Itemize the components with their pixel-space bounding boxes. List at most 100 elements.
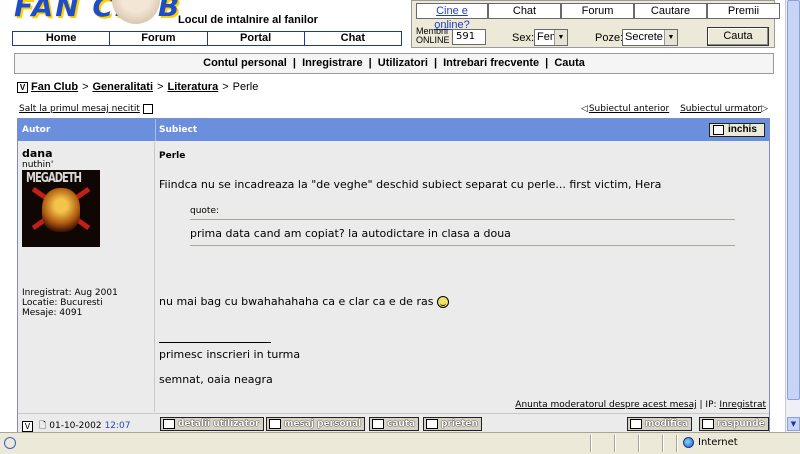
- jump-first-unread[interactable]: Salt la primul mesaj necitit: [19, 104, 153, 114]
- online-panel: Cine e online? Chat Forum Cautare Premii…: [411, 0, 780, 48]
- search-button[interactable]: Cauta: [707, 27, 769, 46]
- members-label-2: ONLINE: [416, 35, 450, 45]
- status-divider: [676, 435, 678, 452]
- topic-closed-button[interactable]: inchis: [709, 123, 765, 137]
- user-details-button[interactable]: detalii utilizator: [160, 417, 264, 431]
- zone-label: Internet: [698, 437, 738, 448]
- status-divider: [614, 435, 616, 452]
- nav-chat[interactable]: Chat: [305, 32, 401, 45]
- report-moderator-link[interactable]: Anunta moderatorul despre acest mesaj: [515, 400, 696, 410]
- security-zone: Internet: [683, 437, 738, 448]
- browser-page-icon: [4, 437, 16, 449]
- separator: |: [292, 57, 296, 69]
- smiley-icon: [437, 295, 450, 308]
- arrow-icon: [142, 104, 153, 114]
- status-divider: [662, 435, 664, 452]
- quote-block: prima data cand am copiat? la autodictar…: [190, 219, 735, 246]
- button-label: prieten: [441, 419, 478, 429]
- signature-line: primesc inscrieri in turma: [159, 348, 301, 361]
- status-divider: [638, 435, 640, 452]
- link-account[interactable]: Contul personal: [203, 57, 287, 69]
- signature-line: semnat, oaia neagra: [159, 373, 273, 386]
- breadcrumb-generalitati[interactable]: Generalitati: [93, 81, 154, 93]
- tab-forum[interactable]: Forum: [561, 3, 634, 19]
- triangle-right-icon: ▷: [761, 104, 768, 114]
- ip-link[interactable]: Inregistrat: [719, 400, 766, 410]
- reply-button[interactable]: raspunde: [699, 417, 769, 431]
- breadcrumb-separator: >: [157, 81, 164, 93]
- link-users[interactable]: Utilizatori: [378, 57, 428, 69]
- private-message-button[interactable]: mesaj personal: [266, 417, 366, 431]
- button-label: cauta: [387, 419, 416, 429]
- author-stats: Inregistrat: Aug 2001 Locatie: Bucuresti…: [22, 288, 118, 318]
- chevron-down-icon: ▼: [554, 30, 567, 45]
- report-row: Anunta moderatorul despre acest mesaj | …: [515, 400, 766, 410]
- topic-closed-label: inchis: [728, 124, 757, 135]
- jump-first-unread-label: Salt la primul mesaj necitit: [19, 104, 140, 114]
- lock-icon: [713, 125, 724, 135]
- vertical-scrollbar[interactable]: ▼: [785, 0, 800, 432]
- friend-icon: [426, 419, 438, 429]
- tab-chat[interactable]: Chat: [488, 3, 561, 19]
- avatar: MEGADETH: [22, 170, 100, 247]
- tab-who-online[interactable]: Cine e online?: [416, 3, 488, 31]
- browser-status-bar: Internet: [0, 432, 800, 454]
- button-label: detalii utilizator: [178, 419, 260, 429]
- post-table-header: Autor Subiect inchis: [18, 119, 769, 141]
- breadcrumb: V Fan Club > Generalitati > Literatura >…: [17, 81, 258, 93]
- breadcrumb-literatura[interactable]: Literatura: [167, 81, 218, 93]
- col-subject: Subiect: [159, 125, 198, 135]
- tab-prizes[interactable]: Premii: [707, 3, 780, 19]
- breadcrumb-separator: >: [222, 81, 229, 93]
- scroll-down-arrow-icon[interactable]: ▼: [787, 417, 800, 431]
- sex-select[interactable]: Fem ▼: [534, 29, 568, 46]
- link-search[interactable]: Cauta: [554, 57, 585, 69]
- post-body: Perle Fiindca nu se incadreaza la "de ve…: [156, 142, 769, 412]
- author-location: Locatie: Bucuresti: [22, 298, 103, 308]
- forum-icon: V: [17, 81, 28, 93]
- account-link-bar: Contul personal | Inregistrare | Utiliza…: [14, 53, 774, 74]
- avatar-logo-text: MEGADETH: [26, 171, 82, 186]
- main-nav: Home Forum Portal Chat: [12, 31, 402, 46]
- edit-icon: [630, 419, 642, 429]
- edit-button[interactable]: modifica: [627, 417, 693, 431]
- nav-home[interactable]: Home: [13, 32, 111, 45]
- author-registered: Inregistrat: Aug 2001: [22, 288, 118, 298]
- next-topic-link[interactable]: Subiectul urmator: [680, 104, 761, 114]
- post-paragraph: nu mai bag cu bwahahahaha ca e clar ca e…: [159, 295, 450, 308]
- sex-label: Sex:: [512, 32, 535, 44]
- author-name: dana: [22, 147, 53, 160]
- pose-label: Poze:: [595, 32, 624, 44]
- post-icon: V: [22, 420, 33, 432]
- skull-icon: [42, 188, 80, 232]
- nav-portal[interactable]: Portal: [208, 32, 305, 45]
- site-tagline: Locul de intalnire al fanilor: [178, 14, 318, 26]
- nav-forum[interactable]: Forum: [110, 32, 208, 45]
- tab-search[interactable]: Cautare: [634, 3, 707, 19]
- prev-topic-link[interactable]: Subiectul anterior: [589, 104, 669, 114]
- add-friend-button[interactable]: prieten: [423, 417, 482, 431]
- separator: |: [368, 57, 372, 69]
- button-label: modifica: [645, 419, 689, 429]
- button-label: mesaj personal: [284, 419, 362, 429]
- pose-select[interactable]: Secrete ▼: [622, 29, 678, 46]
- author-rank: nuthin': [22, 160, 54, 170]
- panel-tabs: Cine e online? Chat Forum Cautare Premii: [416, 3, 780, 31]
- triangle-left-icon: ◁: [580, 104, 588, 114]
- breadcrumb-fan-club[interactable]: Fan Club: [31, 81, 78, 93]
- quote-label: quote:: [190, 206, 220, 216]
- search-user-button[interactable]: cauta: [369, 417, 420, 431]
- scrollbar-thumb[interactable]: [787, 0, 800, 400]
- user-icon: [163, 419, 175, 429]
- button-label: raspunde: [717, 419, 765, 429]
- site-header: FAN CLUB FAN CLUB Locul de intalnire al …: [0, 0, 410, 46]
- post-time: 12:07: [104, 421, 131, 431]
- link-register[interactable]: Inregistrare: [302, 57, 363, 69]
- chevron-down-icon: ▼: [664, 30, 677, 45]
- members-online-label: Membrii ONLINE: [416, 27, 450, 45]
- search-icon: [372, 419, 384, 429]
- author-messages: Mesaje: 4091: [22, 308, 83, 318]
- breadcrumb-separator: >: [82, 81, 89, 93]
- members-online-count: 591: [452, 29, 486, 45]
- link-faq[interactable]: Intrebari frecvente: [443, 57, 539, 69]
